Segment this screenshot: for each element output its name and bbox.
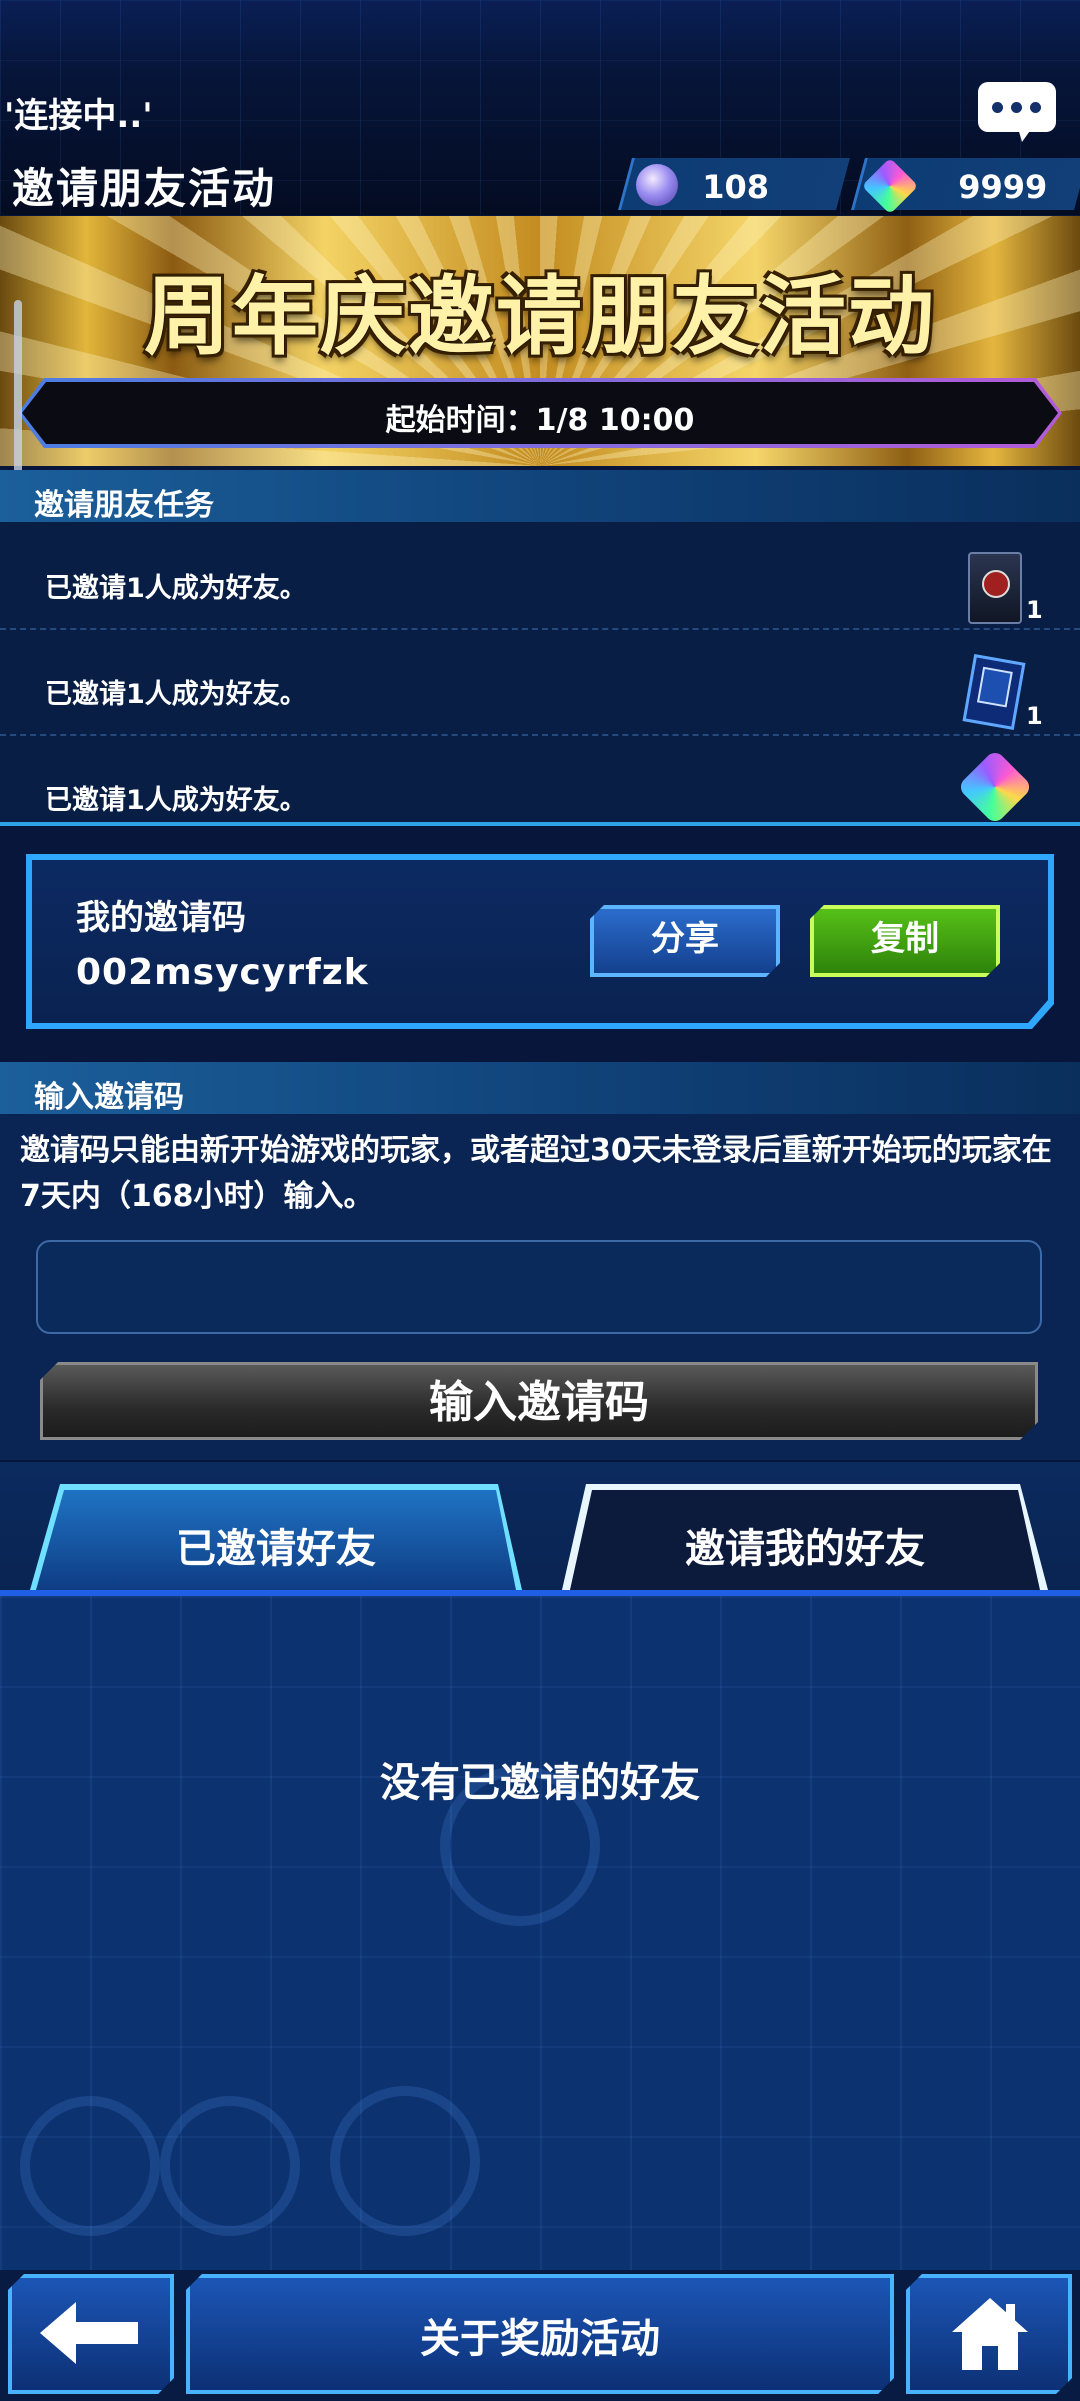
gem-icon <box>956 748 1034 822</box>
home-icon <box>952 2298 1028 2370</box>
background-circuit <box>160 2096 300 2236</box>
mission-list[interactable]: 已邀请1人成为好友。 1 已邀请1人成为好友。 1 已邀请1人成为好友。 <box>0 522 1080 822</box>
enter-code-description: 邀请码只能由新开始游戏的玩家，或者超过30天未登录后重新开始玩的玩家在7天内（1… <box>20 1133 1052 1214</box>
deck-case-icon <box>968 552 1022 624</box>
enter-code-button[interactable]: 输入邀请码 <box>40 1362 1038 1440</box>
empty-list-message: 没有已邀请的好友 <box>380 1760 700 1806</box>
invite-code-input[interactable] <box>36 1240 1042 1334</box>
start-time: 起始时间：1/8 10:00 <box>385 403 695 438</box>
chat-icon[interactable] <box>978 82 1056 142</box>
my-code-value: 002msycyrfzk <box>76 952 369 993</box>
mission-text: 已邀请1人成为好友。 <box>45 785 307 816</box>
friend-list-area[interactable] <box>0 1596 1080 2276</box>
tab-friends-who-invited-me-label[interactable]: 邀请我的好友 <box>570 1516 1040 1574</box>
mission-text: 已邀请1人成为好友。 <box>45 573 307 604</box>
tab-invited-friends-label[interactable]: 已邀请好友 <box>36 1516 516 1574</box>
mission-item: 已邀请1人成为好友。 <box>0 734 1080 822</box>
divider <box>0 822 1080 826</box>
reward-count: 1 <box>1026 702 1043 730</box>
scrollbar-thumb[interactable] <box>14 300 22 475</box>
page-title: 邀请朋友活动 <box>12 164 277 213</box>
missions-header-label: 邀请朋友任务 <box>34 488 214 523</box>
connection-status: '连接中..' <box>4 96 153 136</box>
mission-item: 已邀请1人成为好友。 1 <box>0 522 1080 630</box>
back-arrow-icon <box>40 2302 138 2364</box>
orb-icon <box>636 164 678 206</box>
background-circuit <box>330 2086 480 2236</box>
background-circuit <box>20 2096 160 2236</box>
currency-gems-value: 9999 <box>958 168 1048 206</box>
reward-count: 1 <box>1026 596 1043 624</box>
copy-button[interactable]: 复制 <box>810 905 1000 977</box>
banner-title: 周年庆邀请朋友活动 <box>144 267 936 367</box>
mission-text: 已邀请1人成为好友。 <box>45 679 307 710</box>
card-sleeve-icon <box>962 654 1026 730</box>
my-code-label: 我的邀请码 <box>76 898 246 938</box>
mission-item: 已邀请1人成为好友。 1 <box>0 628 1080 736</box>
about-rewards-label[interactable]: 关于奖励活动 <box>186 2306 894 2364</box>
currency-orbs-value: 108 <box>702 168 769 206</box>
share-button[interactable]: 分享 <box>590 905 780 977</box>
enter-code-header: 输入邀请码 <box>0 1062 1080 1115</box>
enter-code-header-label: 输入邀请码 <box>34 1080 184 1115</box>
missions-header: 邀请朋友任务 <box>0 470 1080 523</box>
